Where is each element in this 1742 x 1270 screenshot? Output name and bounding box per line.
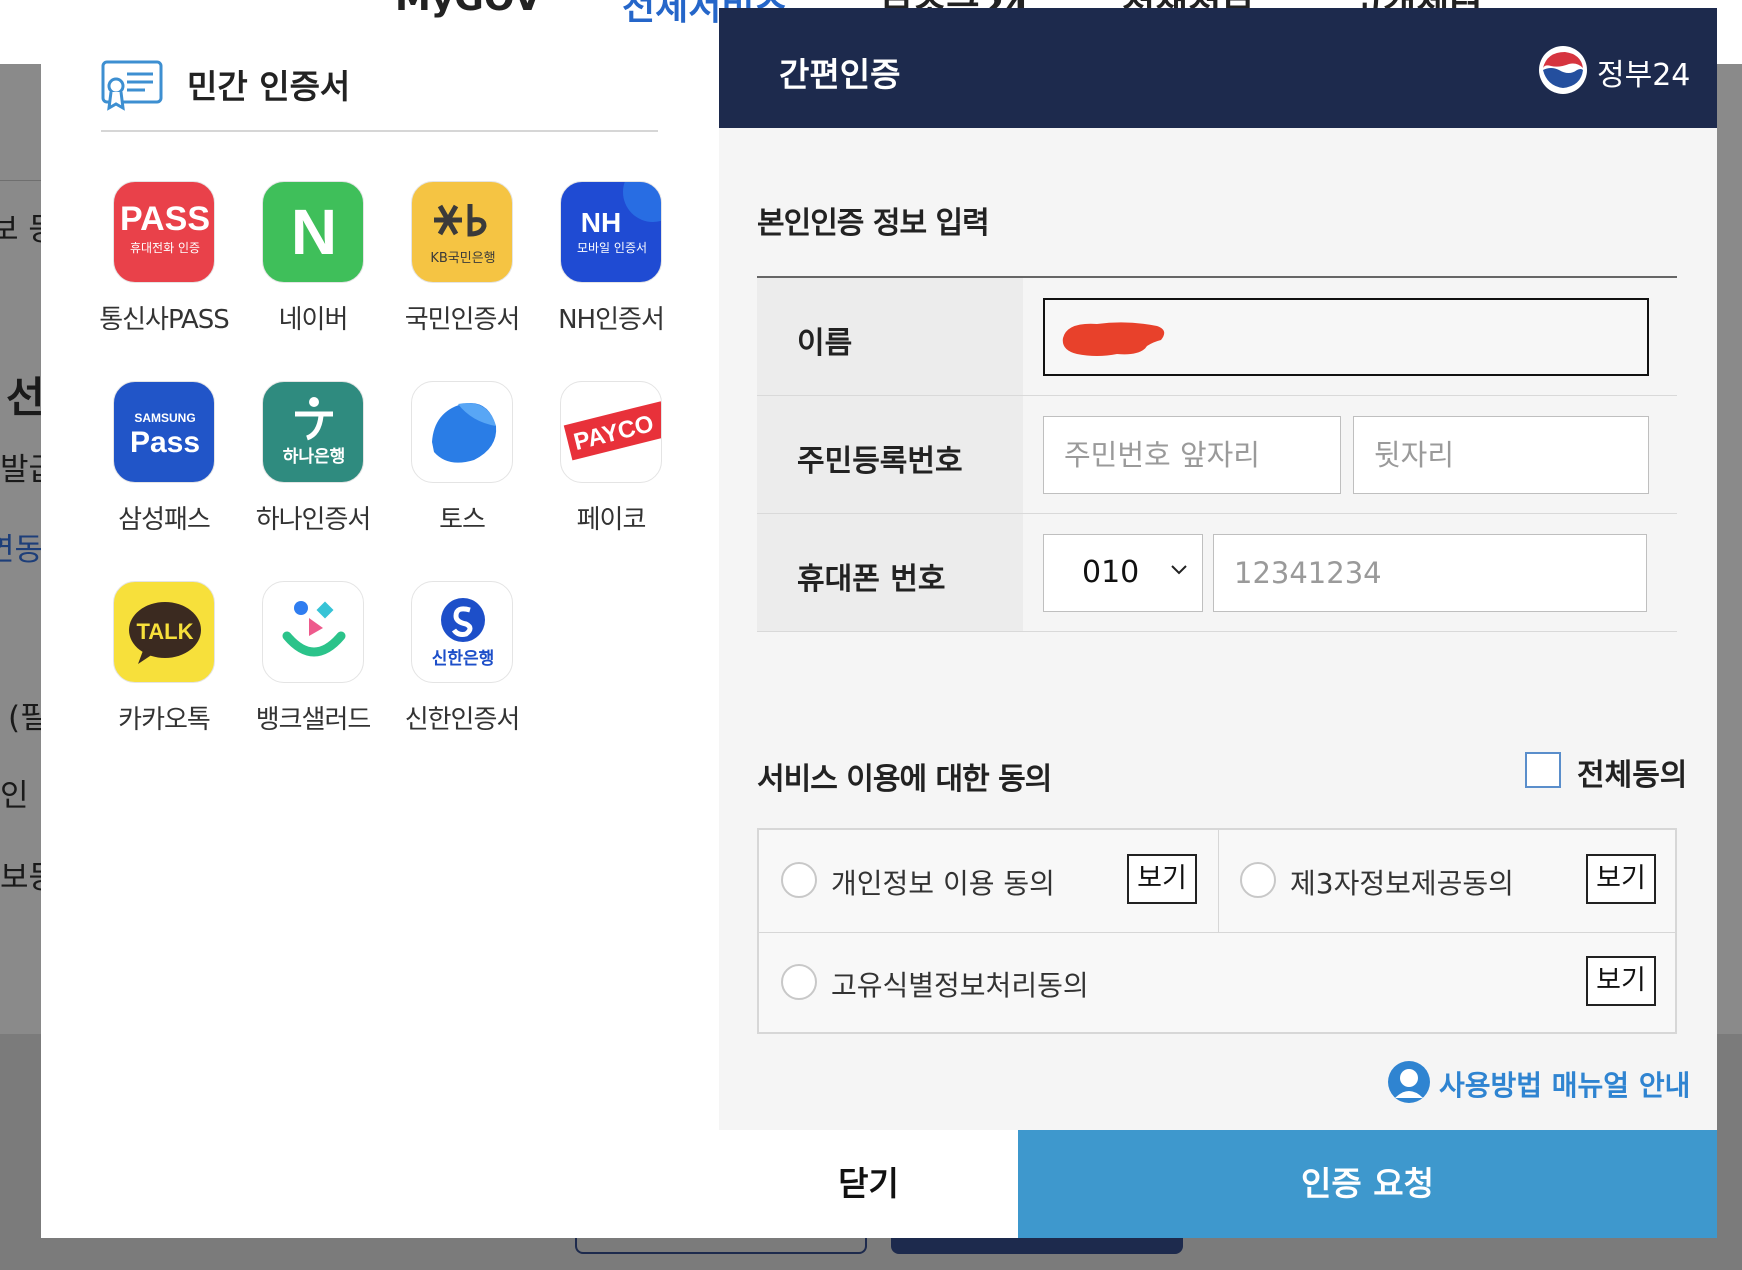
panel-title: 민간 인증서 [187, 67, 351, 106]
consent-list: 개인정보 이용 동의 보기 제3자정보제공동의 보기 고유식별정보처리동의 보기 [757, 828, 1677, 1034]
agree-all-label: 전체동의 [1577, 758, 1688, 793]
phone-prefix-value: 010 [1082, 555, 1140, 590]
naver-logo-text: N [291, 196, 337, 268]
cert-option-kb[interactable]: KB국민은행 국민인증서 [392, 181, 532, 341]
modal-title: 간편인증 [779, 55, 901, 94]
consent-radio[interactable] [781, 964, 817, 1000]
cert-option-label: 국민인증서 [404, 305, 521, 335]
rrn-label-cell: 주민등록번호 [757, 396, 1023, 513]
cert-option-shinhan[interactable]: 신한은행 신한인증서 [392, 581, 532, 741]
redaction-mark [1062, 322, 1165, 356]
simple-auth-modal: 간편인증 정부24 본인인증 정보 입력 이름 주민등록번호 주민번호 앞자리 … [719, 8, 1717, 1238]
bg-text-fragment: 연동 [0, 532, 44, 568]
cert-option-label: 카카오톡 [118, 705, 211, 735]
consent-label: 개인정보 이용 동의 [831, 867, 1055, 900]
cert-option-label: 신한인증서 [404, 705, 521, 735]
naver-icon: N [262, 181, 364, 283]
cert-option-nh[interactable]: NH 모바일 인증서 NH인증서 [541, 181, 681, 341]
consent-radio[interactable] [1240, 862, 1276, 898]
phone-row: 휴대폰 번호 010 12341234 [757, 514, 1677, 632]
kb-logo-text: KB국민은행 [430, 250, 495, 266]
cert-option-label: 토스 [439, 505, 486, 535]
shinhan-icon: 신한은행 [411, 581, 513, 683]
view-button[interactable]: 보기 [1586, 854, 1656, 904]
rrn-label: 주민등록번호 [797, 444, 963, 479]
pass-logo-text: PASS [120, 200, 210, 238]
cert-option-samsung-pass[interactable]: SAMSUNG Pass 삼성패스 [94, 381, 234, 541]
samsung-pass-logo-text: Pass [130, 426, 200, 459]
manual-link-text: 사용방법 매뉴얼 안내 [1439, 1069, 1691, 1102]
cert-option-label: 페이코 [576, 505, 647, 535]
government-brand-text: 정부24 [1597, 58, 1691, 93]
phone-number-input[interactable]: 12341234 [1213, 534, 1647, 612]
panel-header: 민간 인증서 [101, 60, 658, 132]
rrn-back-input[interactable]: 뒷자리 [1353, 416, 1649, 494]
hana-logo-text: 하나은행 [283, 447, 346, 467]
name-input[interactable] [1043, 298, 1649, 376]
cert-option-label: NH인증서 [558, 305, 665, 335]
cert-option-naver[interactable]: N 네이버 [243, 181, 383, 341]
certificate-icon [101, 60, 163, 111]
identity-form: 이름 주민등록번호 주민번호 앞자리 뒷자리 휴대폰 번호 010 123412… [757, 276, 1677, 632]
name-label: 이름 [797, 326, 853, 361]
phone-label-cell: 휴대폰 번호 [757, 514, 1023, 631]
cert-option-banksalad[interactable]: 뱅크샐러드 [243, 581, 383, 741]
pass-logo-subtext: 휴대전화 인증 [130, 241, 200, 255]
consent-radio[interactable] [781, 862, 817, 898]
cert-option-pass[interactable]: PASS 휴대전화 인증 통신사PASS [94, 181, 234, 341]
kakaotalk-logo-text: TALK [136, 619, 193, 644]
user-guide-icon [1388, 1061, 1430, 1103]
cert-option-label: 삼성패스 [118, 505, 211, 535]
consent-label: 제3자정보제공동의 [1290, 867, 1514, 900]
hana-icon: 하나은행 [262, 381, 364, 483]
cert-option-label: 뱅크샐러드 [255, 705, 372, 735]
consent-item-privacy[interactable]: 개인정보 이용 동의 보기 [759, 830, 1218, 930]
close-button[interactable]: 닫기 [719, 1130, 1018, 1238]
auth-request-button[interactable]: 인증 요청 [1018, 1130, 1717, 1238]
shinhan-logo-text: 신한은행 [432, 649, 495, 669]
cert-option-label: 네이버 [278, 305, 349, 335]
consent-item-unique-id[interactable]: 고유식별정보처리동의 보기 [759, 932, 1675, 1032]
bg-nav-item: MyGOV [395, 0, 541, 19]
view-button[interactable]: 보기 [1586, 956, 1656, 1006]
cert-option-payco[interactable]: PAYCO 페이코 [541, 381, 681, 541]
rrn-row: 주민등록번호 주민번호 앞자리 뒷자리 [757, 396, 1677, 514]
consent-label: 고유식별정보처리동의 [831, 969, 1089, 1002]
modal-header: 간편인증 정부24 [719, 8, 1717, 128]
cert-option-hana[interactable]: 하나은행 하나인증서 [243, 381, 383, 541]
checkbox-box[interactable] [1525, 752, 1561, 788]
bg-text-fragment: 선 [6, 373, 45, 422]
kakaotalk-icon: TALK [113, 581, 215, 683]
chevron-down-icon [1171, 565, 1187, 575]
nh-logo-subtext: 모바일 인증서 [577, 241, 647, 255]
phone-label: 휴대폰 번호 [797, 562, 946, 597]
nh-logo-text: NH [581, 207, 621, 238]
government-logo-icon [1539, 46, 1587, 94]
samsung-pass-icon: SAMSUNG Pass [113, 381, 215, 483]
kb-icon: KB국민은행 [411, 181, 513, 283]
toss-icon [411, 381, 513, 483]
name-row: 이름 [757, 278, 1677, 396]
banksalad-icon [262, 581, 364, 683]
consent-section-title: 서비스 이용에 대한 동의 [757, 762, 1052, 797]
rrn-front-input[interactable]: 주민번호 앞자리 [1043, 416, 1341, 494]
form-section-title: 본인인증 정보 입력 [757, 206, 990, 241]
payco-icon: PAYCO [560, 381, 662, 483]
phone-prefix-select[interactable]: 010 [1043, 534, 1203, 612]
cert-option-label: 하나인증서 [255, 505, 372, 535]
bg-text-fragment: 인 [0, 778, 29, 814]
name-label-cell: 이름 [757, 278, 1023, 395]
pass-icon: PASS 휴대전화 인증 [113, 181, 215, 283]
cert-option-kakaotalk[interactable]: TALK 카카오톡 [94, 581, 234, 741]
nh-icon: NH 모바일 인증서 [560, 181, 662, 283]
samsung-logo-text: SAMSUNG [134, 411, 195, 425]
consent-item-third-party[interactable]: 제3자정보제공동의 보기 [1218, 830, 1677, 930]
cert-option-toss[interactable]: 토스 [392, 381, 532, 541]
private-certificate-panel: 민간 인증서 PASS 휴대전화 인증 통신사PASS N 네이버 KB국민은행… [41, 60, 719, 1238]
cert-option-label: 통신사PASS [99, 305, 230, 335]
view-button[interactable]: 보기 [1127, 854, 1197, 904]
